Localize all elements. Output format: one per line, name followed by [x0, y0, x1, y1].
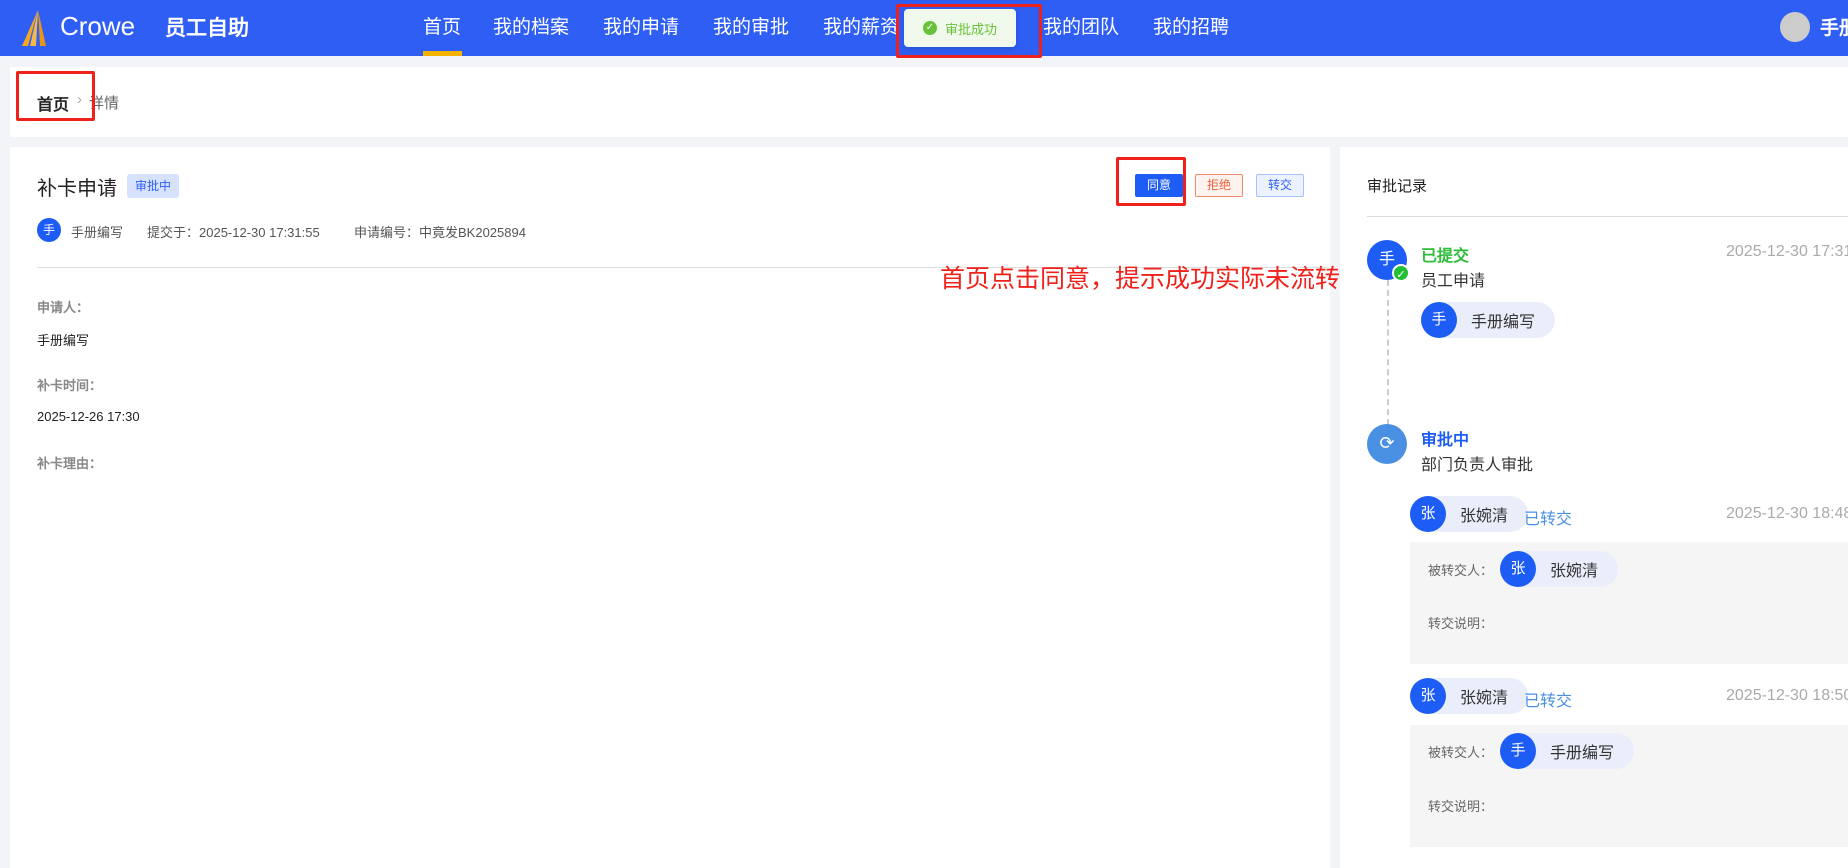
- note-label: 转交说明：: [1428, 616, 1494, 631]
- transferee-label: 被转交人：: [1428, 745, 1494, 760]
- step-desc: 员工申请: [1421, 273, 1486, 290]
- annotation-box-breadcrumb: [16, 71, 95, 121]
- applicant-name: 手册编写: [71, 225, 124, 240]
- app-name: 员工自助: [165, 17, 249, 40]
- request-number: 申请编号：中竟发BK2025894: [354, 225, 526, 240]
- nav-team[interactable]: 我的团队: [1043, 12, 1119, 39]
- chip-avatar: 手: [1421, 302, 1457, 338]
- nav-applications[interactable]: 我的申请: [603, 12, 679, 39]
- transfer-button[interactable]: 转交: [1256, 174, 1304, 197]
- annotation-box-agree: [1116, 157, 1186, 206]
- chip-name: 手册编写: [1550, 745, 1615, 762]
- chip-avatar: 张: [1410, 496, 1446, 532]
- annotation-box-toast: [896, 4, 1042, 58]
- user-avatar-icon[interactable]: [1780, 12, 1810, 42]
- note-label: 转交说明：: [1428, 799, 1494, 814]
- field-label-time: 补卡时间：: [37, 378, 103, 393]
- logo-text: Crowe: [60, 11, 136, 41]
- entry-time: 2025-12-30 18:48: [1726, 505, 1848, 522]
- step-status: 已提交: [1421, 248, 1470, 265]
- nav-approvals[interactable]: 我的审批: [713, 12, 789, 39]
- annotation-text: 首页点击同意，提示成功实际未流转: [940, 265, 1341, 293]
- field-value-time: 2025-12-26 17:30: [37, 409, 140, 424]
- record-title: 审批记录: [1367, 178, 1428, 195]
- nav-salary[interactable]: 我的薪资: [823, 12, 899, 39]
- chip-name: 张婉清: [1550, 563, 1599, 580]
- status-badge: 审批中: [127, 174, 180, 198]
- user-chip: 手手册编写: [1500, 733, 1635, 769]
- field-value-applicant: 手册编写: [37, 333, 90, 348]
- request-title: 补卡申请: [37, 178, 117, 200]
- user-chip: 张张婉清: [1410, 678, 1529, 714]
- chip-avatar: 张: [1500, 551, 1536, 587]
- chip-avatar: 张: [1410, 678, 1446, 714]
- entry-time: 2025-12-30 18:50: [1726, 687, 1848, 704]
- divider: [1367, 216, 1848, 217]
- user-name[interactable]: 手册: [1820, 13, 1848, 40]
- step-status: 审批中: [1421, 432, 1470, 449]
- user-chip: 手手册编写: [1421, 302, 1556, 338]
- timeline-connector: [1387, 280, 1389, 425]
- crowe-logo-icon: [22, 10, 46, 46]
- chip-name: 张婉清: [1460, 690, 1509, 707]
- field-label-applicant: 申请人：: [37, 300, 90, 315]
- step-time: 2025-12-30 17:31: [1726, 243, 1848, 260]
- active-nav-indicator: [423, 51, 462, 56]
- step-desc: 部门负责人审批: [1421, 457, 1534, 474]
- user-chip: 张张婉清: [1500, 551, 1619, 587]
- transferee-label: 被转交人：: [1428, 563, 1494, 578]
- breadcrumb: 首页 › 详情: [10, 67, 1848, 137]
- user-chip: 张张婉清: [1410, 496, 1529, 532]
- field-label-reason: 补卡理由：: [37, 456, 103, 471]
- nav-home[interactable]: 首页: [423, 12, 461, 39]
- nav-recruit[interactable]: 我的招聘: [1153, 12, 1229, 39]
- submitted-time: 提交于：2025-12-30 17:31:55: [147, 225, 320, 240]
- check-icon: ✓: [1392, 264, 1410, 282]
- entry-action: 已转交: [1524, 511, 1573, 528]
- chip-name: 张婉清: [1460, 508, 1509, 525]
- nav-profile[interactable]: 我的档案: [493, 12, 569, 39]
- chip-avatar: 手: [1500, 733, 1536, 769]
- reject-button[interactable]: 拒绝: [1195, 174, 1243, 197]
- request-detail-card: [10, 147, 1330, 868]
- applicant-avatar: 手: [37, 218, 61, 242]
- refresh-icon: ⟳: [1367, 424, 1407, 464]
- entry-action: 已转交: [1524, 693, 1573, 710]
- chip-name: 手册编写: [1471, 314, 1536, 331]
